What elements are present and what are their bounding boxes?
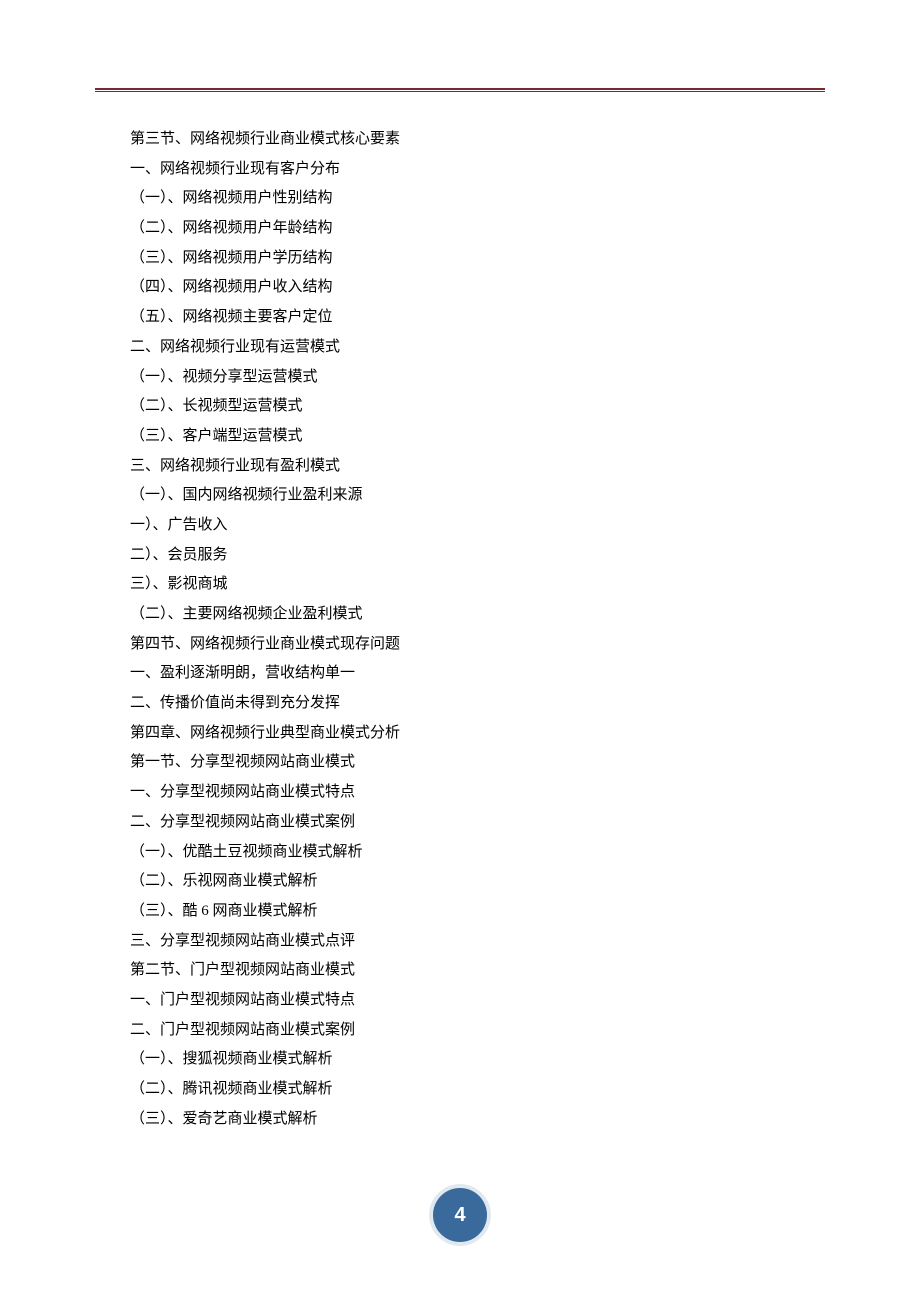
toc-line: 二、分享型视频网站商业模式案例 (130, 808, 825, 838)
toc-line: （一）、优酷土豆视频商业模式解析 (130, 838, 825, 868)
toc-line: 三、网络视频行业现有盈利模式 (130, 452, 825, 482)
toc-line: 三）、影视商城 (130, 570, 825, 600)
toc-line: 一）、广告收入 (130, 511, 825, 541)
toc-line: 一、网络视频行业现有客户分布 (130, 155, 825, 185)
toc-line: （三）、客户端型运营模式 (130, 422, 825, 452)
toc-line: （一）、视频分享型运营模式 (130, 363, 825, 393)
toc-line: 一、分享型视频网站商业模式特点 (130, 778, 825, 808)
toc-line: （三）、爱奇艺商业模式解析 (130, 1105, 825, 1135)
header-divider (95, 88, 825, 92)
toc-line: （一）、网络视频用户性别结构 (130, 184, 825, 214)
toc-line: 第四节、网络视频行业商业模式现存问题 (130, 630, 825, 660)
toc-line: （二）、主要网络视频企业盈利模式 (130, 600, 825, 630)
toc-line: 一、门户型视频网站商业模式特点 (130, 986, 825, 1016)
toc-line: （三）、网络视频用户学历结构 (130, 244, 825, 274)
document-page: 第三节、网络视频行业商业模式核心要素 一、网络视频行业现有客户分布 （一）、网络… (0, 0, 920, 1302)
toc-line: （三）、酷 6 网商业模式解析 (130, 897, 825, 927)
toc-line: 三、分享型视频网站商业模式点评 (130, 927, 825, 957)
toc-content: 第三节、网络视频行业商业模式核心要素 一、网络视频行业现有客户分布 （一）、网络… (95, 125, 825, 1134)
toc-line: 一、盈利逐渐明朗，营收结构单一 (130, 659, 825, 689)
toc-line: （二）、长视频型运营模式 (130, 392, 825, 422)
toc-line: （一）、国内网络视频行业盈利来源 (130, 481, 825, 511)
toc-line: 第二节、门户型视频网站商业模式 (130, 956, 825, 986)
page-number-badge: 4 (433, 1188, 487, 1242)
toc-line: （二）、乐视网商业模式解析 (130, 867, 825, 897)
toc-line: （四）、网络视频用户收入结构 (130, 273, 825, 303)
toc-line: 二、门户型视频网站商业模式案例 (130, 1016, 825, 1046)
toc-line: 二）、会员服务 (130, 541, 825, 571)
toc-line: 第三节、网络视频行业商业模式核心要素 (130, 125, 825, 155)
toc-line: （一）、搜狐视频商业模式解析 (130, 1045, 825, 1075)
toc-line: 二、网络视频行业现有运营模式 (130, 333, 825, 363)
toc-line: 二、传播价值尚未得到充分发挥 (130, 689, 825, 719)
page-number: 4 (454, 1204, 465, 1227)
toc-line: （五）、网络视频主要客户定位 (130, 303, 825, 333)
toc-line: 第一节、分享型视频网站商业模式 (130, 748, 825, 778)
toc-line: 第四章、网络视频行业典型商业模式分析 (130, 719, 825, 749)
toc-line: （二）、网络视频用户年龄结构 (130, 214, 825, 244)
toc-line: （二）、腾讯视频商业模式解析 (130, 1075, 825, 1105)
